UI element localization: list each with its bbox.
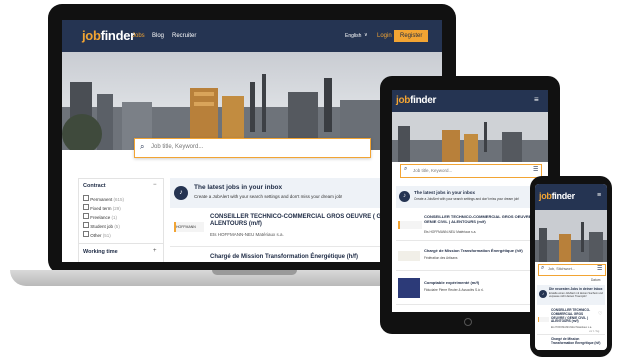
filter-option[interactable]: Other (51) [83, 231, 111, 238]
expand-icon[interactable]: + [153, 248, 157, 254]
collapse-icon[interactable]: − [153, 182, 157, 188]
bell-icon: ♪ [539, 290, 547, 298]
search-input[interactable]: Job title, Keyword... [151, 144, 203, 150]
jobalert-banner[interactable]: ♪ Die neuesten Jobs in deiner Inbox Erst… [537, 285, 605, 305]
filter-count: (29) [112, 206, 121, 211]
job-company: Ets HOFFMANN-NEU Matériaux s.a. [424, 230, 477, 234]
company-logo [398, 221, 422, 229]
filter-count: (615) [113, 197, 125, 202]
jobalert-subtitle: Create a JobAlert with your search setti… [194, 194, 343, 199]
filter-label: Fixed term [90, 206, 112, 211]
jobalert-banner[interactable]: ♪ The latest jobs in your inbox Create a… [396, 186, 544, 208]
tablet-home-button [464, 318, 472, 326]
jobalert-title: Die neuesten Jobs in deiner Inbox [549, 287, 603, 291]
filter-count: (51) [102, 233, 111, 238]
language-selector[interactable]: English [345, 33, 361, 39]
filter-label: Other [90, 233, 102, 238]
filter-option[interactable]: Permanent (615) [83, 195, 124, 202]
chevron-down-icon: ∨ [364, 32, 368, 38]
phone-nav: jobfinder ≡ [535, 184, 607, 210]
register-button[interactable]: Register [394, 30, 429, 42]
job-title[interactable]: Chargé de Mission Transformation Énergét… [210, 254, 358, 261]
logo-rest: finder [551, 191, 576, 201]
jobalert-subtitle: Create a JobAlert with your search setti… [414, 197, 520, 201]
logo-rest: finder [100, 28, 136, 43]
job-company: Ets HOFFMANN-NEU Matériaux s.a. [551, 326, 592, 329]
nav-blog[interactable]: Blog [152, 33, 164, 39]
search-bar[interactable]: ⌕ Job title, Keyword... [134, 138, 371, 158]
logo[interactable]: jobfinder [539, 191, 575, 201]
filter-icon[interactable]: ☰ [597, 265, 602, 272]
logo-accent: job [396, 95, 411, 106]
job-title[interactable]: Comptable expérimenté (m/f) [424, 280, 540, 285]
company-logo: HOFFMANN [174, 222, 204, 232]
nav-recruiter[interactable]: Recruiter [172, 33, 196, 39]
company-logo [538, 317, 549, 322]
job-title[interactable]: CONSEILLER TECHNICO-COMMERCIAL GROS OEUV… [551, 308, 595, 324]
job-card[interactable]: CONSEILLER TECHNICO-COMMERCIAL GROS OEUV… [396, 212, 544, 241]
menu-icon[interactable]: ≡ [597, 192, 601, 199]
filter-count: (1) [111, 215, 118, 220]
divider [79, 243, 163, 244]
jobalert-title: The latest jobs in your inbox [414, 190, 476, 195]
checkbox[interactable] [83, 195, 89, 201]
bell-icon: ♪ [174, 186, 188, 200]
job-card[interactable]: CONSEILLER TECHNICO-COMMERCIAL GROS OEUV… [537, 308, 605, 335]
filter-label: Permanent [90, 197, 113, 202]
job-title[interactable]: Chargé de Mission Transformation Énergét… [424, 248, 540, 253]
logo-rest: finder [410, 95, 437, 106]
job-company: Ets HOFFMANN-NEU Matériaux s.a. [210, 232, 284, 237]
filter-option[interactable]: Freelance (1) [83, 213, 117, 220]
filter-option[interactable]: Fixed term (29) [83, 204, 121, 211]
tablet-screen: jobfinder ≡ ⌕ Job title, Keyword... ☰ ♪ … [392, 90, 548, 312]
filter-contract-title: Contract [83, 183, 106, 189]
checkbox[interactable] [83, 204, 89, 210]
search-icon: ⌕ [541, 265, 545, 271]
job-company: Fédération des Artisans [424, 256, 458, 260]
job-date: vor 1 Tag [589, 330, 600, 333]
job-title[interactable]: Chargé de Mission Transformation Énergét… [551, 337, 601, 346]
filter-label: Student job [90, 224, 114, 229]
heart-icon[interactable]: ♡ [598, 311, 602, 317]
checkbox[interactable] [83, 222, 89, 228]
filter-working-time-title: Working time [83, 249, 118, 255]
phone-screen: jobfinder ≡ ⌕ Job, Stichwort... ☰ Datum … [535, 184, 607, 350]
menu-icon[interactable]: ≡ [534, 95, 539, 104]
top-navigation: jobfinder Jobs Blog Recruiter English ∨ … [62, 20, 442, 52]
search-bar[interactable]: ⌕ Job title, Keyword... ☰ [400, 164, 542, 178]
bell-icon: ♪ [399, 191, 410, 202]
checkbox[interactable] [83, 213, 89, 219]
filter-label: Freelance [90, 215, 111, 220]
job-card[interactable]: Comptable expérimenté (m/f) Fiduciaire P… [396, 274, 544, 305]
search-icon: ⌕ [140, 142, 145, 151]
job-card[interactable]: Chargé de Mission Transformation Énergét… [537, 336, 605, 350]
company-logo [398, 278, 420, 298]
sort-label[interactable]: Datum [591, 278, 600, 282]
login-link[interactable]: Login [377, 33, 392, 39]
filter-count: (5) [114, 224, 120, 229]
tablet-nav: jobfinder ≡ [392, 90, 548, 112]
laptop-notch [212, 270, 297, 275]
search-bar[interactable]: ⌕ Job, Stichwort... ☰ [538, 264, 606, 276]
jobalert-title: The latest jobs in your inbox [194, 184, 283, 191]
checkbox[interactable] [83, 231, 89, 237]
logo-accent: job [82, 28, 101, 43]
jobalert-subtitle: Erstelle einen JobAlert mit deinen Suche… [549, 292, 603, 298]
job-company: Fiduciaire Pierre Reuter & Associés S.à … [424, 288, 485, 292]
search-input[interactable]: Job, Stichwort... [548, 267, 575, 271]
company-logo [398, 251, 420, 261]
nav-jobs[interactable]: Jobs [132, 33, 145, 39]
logo[interactable]: jobfinder [396, 95, 436, 106]
filter-icon[interactable]: ☰ [533, 166, 538, 173]
filter-panel: Contract − Permanent (615) Fixed term (2… [78, 178, 164, 262]
job-card[interactable]: Chargé de Mission Transformation Énergét… [396, 244, 544, 271]
tablet-hero-image [392, 112, 548, 162]
search-input[interactable]: Job title, Keyword... [413, 168, 452, 173]
logo-accent: job [539, 191, 552, 201]
logo[interactable]: jobfinder [82, 28, 135, 43]
filter-option[interactable]: Student job (5) [83, 222, 120, 229]
job-title[interactable]: CONSEILLER TECHNICO-COMMERCIAL GROS OEUV… [424, 214, 540, 224]
phone-hero-image [535, 210, 607, 262]
search-icon: ⌕ [404, 166, 408, 172]
